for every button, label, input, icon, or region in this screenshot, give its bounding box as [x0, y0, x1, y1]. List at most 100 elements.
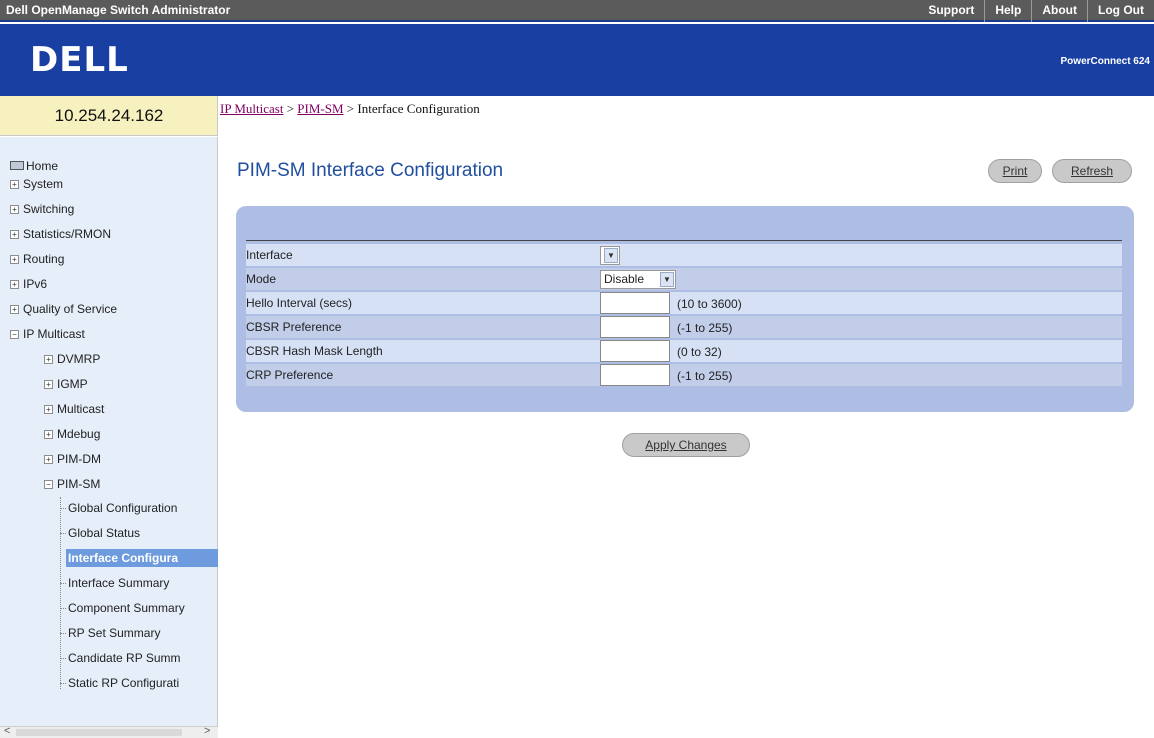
tree-item-igmp[interactable]: + IGMP [44, 375, 88, 393]
expand-icon[interactable]: + [10, 280, 19, 289]
interface-row: Interface ▼ [246, 244, 1122, 266]
tree-item-label: Home [26, 159, 59, 173]
support-link[interactable]: Support [918, 0, 984, 22]
tree-item-interface-configuration[interactable]: Interface Configura [66, 549, 218, 567]
cbsr-hash-mask-label: CBSR Hash Mask Length [246, 344, 383, 358]
mode-row: Mode Disable ▼ [246, 268, 1122, 290]
scrollbar-thumb[interactable] [16, 729, 182, 736]
brand-banner: DELL PowerConnect 624 [0, 24, 1154, 96]
interface-select[interactable]: ▼ [600, 246, 620, 265]
print-button[interactable]: Print [988, 159, 1042, 183]
tree-item-system[interactable]: + System [10, 175, 63, 193]
tree-item-label: Quality of Service [23, 302, 118, 316]
cbsr-preference-row: CBSR Preference (-1 to 255) [246, 316, 1122, 338]
device-ip-box: 10.254.24.162 [0, 96, 218, 136]
crp-preference-input[interactable] [600, 364, 670, 386]
crp-preference-range: (-1 to 255) [677, 369, 733, 383]
device-ip: 10.254.24.162 [54, 106, 164, 125]
mode-select-value: Disable [604, 272, 645, 286]
tree-item-label: IP Multicast [23, 327, 85, 341]
log-out-link[interactable]: Log Out [1087, 0, 1154, 22]
tree-item-pim-dm[interactable]: + PIM-DM [44, 450, 101, 468]
expand-icon[interactable]: + [10, 305, 19, 314]
tree-item-component-summary[interactable]: Component Summary [60, 599, 185, 617]
expand-icon[interactable]: + [10, 255, 19, 264]
navigation-tree: Home + System + Switching + Statistics/RMON… [0, 137, 218, 738]
expand-icon[interactable]: + [44, 455, 53, 464]
tree-item-label: System [23, 177, 64, 191]
tree-item-pim-sm[interactable]: − PIM-SM [44, 475, 100, 493]
cbsr-hash-mask-range: (0 to 32) [677, 345, 722, 359]
home-icon [10, 161, 24, 170]
tree-item-dvmrp[interactable]: + DVMRP [44, 350, 100, 368]
tree-item-label: Routing [23, 252, 65, 266]
refresh-button[interactable]: Refresh [1052, 159, 1132, 183]
mode-label: Mode [246, 272, 277, 286]
breadcrumb-separator: > [283, 101, 298, 116]
tree-item-interface-summary[interactable]: Interface Summary [59, 574, 169, 592]
tree-item-multicast[interactable]: + Multicast [44, 400, 104, 418]
collapse-icon[interactable]: − [44, 480, 53, 489]
breadcrumb-ip-multicast[interactable]: IP Multicast [220, 101, 283, 116]
tree-item-static-rp-configuration[interactable]: Static RP Configurati [59, 674, 179, 692]
interface-label: Interface [246, 248, 293, 262]
tree-item-label: DVMRP [57, 352, 101, 366]
expand-icon[interactable]: + [10, 230, 19, 239]
cbsr-preference-input[interactable] [600, 316, 670, 338]
tree-item-global-status[interactable]: Global Status [59, 524, 140, 542]
sidebar-horizontal-scrollbar[interactable]: < > [0, 725, 218, 738]
tree-item-candidate-rp-summary[interactable]: Candidate RP Summ [60, 649, 181, 667]
expand-icon[interactable]: + [44, 430, 53, 439]
expand-icon[interactable]: + [10, 180, 19, 189]
cbsr-preference-range: (-1 to 255) [677, 321, 733, 335]
tree-item-home[interactable]: Home [10, 157, 58, 175]
product-name: PowerConnect 624 [1060, 56, 1150, 67]
tree-item-label: Switching [23, 202, 75, 216]
dell-logo: DELL [30, 40, 129, 80]
tree-item-routing[interactable]: + Routing [10, 250, 64, 268]
hello-interval-input[interactable] [600, 292, 670, 314]
collapse-icon[interactable]: − [10, 330, 19, 339]
hello-interval-label: Hello Interval (secs) [246, 296, 353, 310]
page-title: PIM-SM Interface Configuration [237, 160, 504, 181]
panel-divider [246, 240, 1122, 241]
tree-item-label: PIM-SM [57, 477, 101, 491]
tree-item-quality-of-service[interactable]: + Quality of Service [10, 300, 117, 318]
apply-changes-button[interactable]: Apply Changes [622, 433, 750, 457]
expand-icon[interactable]: + [10, 205, 19, 214]
tree-connector [60, 497, 61, 689]
top-bar: Dell OpenManage Switch Administrator Sup… [0, 0, 1154, 22]
scroll-left-icon[interactable]: < [4, 725, 10, 737]
tree-item-label: Multicast [57, 402, 105, 416]
chevron-down-icon[interactable]: ▼ [604, 248, 618, 263]
tree-item-global-configuration[interactable]: Global Configuration [59, 499, 177, 517]
tree-item-rp-set-summary[interactable]: RP Set Summary [59, 624, 160, 642]
expand-icon[interactable]: + [44, 405, 53, 414]
breadcrumb-separator: > [343, 101, 358, 116]
cbsr-hash-mask-input[interactable] [600, 340, 670, 362]
interface-config-panel: Interface ▼ Mode Disable ▼ Hello Interva… [236, 206, 1134, 412]
about-link[interactable]: About [1031, 0, 1087, 22]
tree-item-statistics-rmon[interactable]: + Statistics/RMON [10, 225, 111, 243]
hello-interval-range: (10 to 3600) [677, 297, 742, 311]
tree-item-ip-multicast[interactable]: − IP Multicast [10, 325, 85, 343]
scroll-right-icon[interactable]: > [204, 725, 210, 737]
tree-item-label: Mdebug [57, 427, 101, 441]
crp-preference-label: CRP Preference [246, 368, 334, 382]
mode-select[interactable]: Disable ▼ [600, 270, 676, 289]
breadcrumb-pim-sm[interactable]: PIM-SM [297, 101, 343, 116]
tree-item-mdebug[interactable]: + Mdebug [44, 425, 100, 443]
tree-item-switching[interactable]: + Switching [10, 200, 74, 218]
chevron-down-icon[interactable]: ▼ [660, 272, 674, 287]
hello-interval-row: Hello Interval (secs) (10 to 3600) [246, 292, 1122, 314]
cbsr-preference-label: CBSR Preference [246, 320, 342, 334]
breadcrumb-current: Interface Configuration [357, 101, 480, 116]
tree-item-label: Statistics/RMON [23, 227, 112, 241]
expand-icon[interactable]: + [44, 355, 53, 364]
cbsr-hash-mask-row: CBSR Hash Mask Length (0 to 32) [246, 340, 1122, 362]
expand-icon[interactable]: + [44, 380, 53, 389]
tree-item-ipv6[interactable]: + IPv6 [10, 275, 47, 293]
tree-item-label: IPv6 [23, 277, 48, 291]
help-link[interactable]: Help [984, 0, 1031, 22]
tree-item-label: IGMP [57, 377, 88, 391]
